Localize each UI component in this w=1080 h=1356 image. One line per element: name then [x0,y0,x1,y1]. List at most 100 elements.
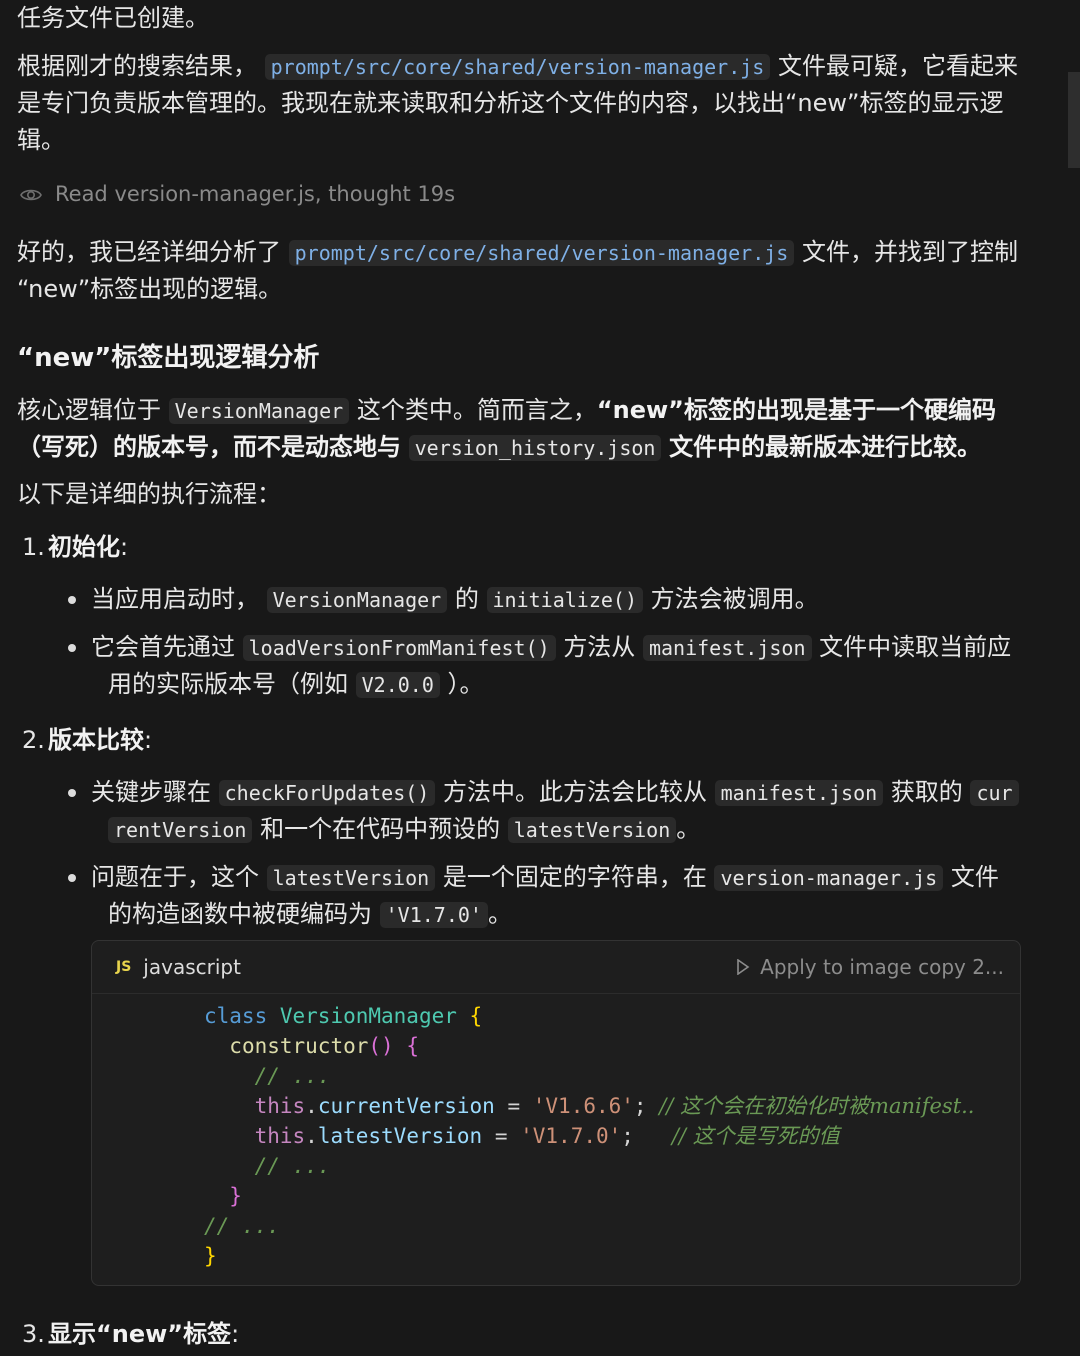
bullet-code: manifest.json [642,635,812,661]
bullet-code: version-manager.js [714,865,944,891]
bullet-text: 的构造函数中被硬编码为 [108,900,372,928]
bullet-text: 方法中。此方法会比较从 [442,778,707,806]
eye-icon [20,189,42,200]
scrollbar-thumb[interactable] [1068,72,1080,168]
code-line-4: this.currentVersion = 'V1.6.6'; // 这个会在初… [254,1094,975,1118]
intro-text-line3: 辑。 [17,126,65,154]
bullet-dot [68,874,76,882]
core-json-code: version_history.json [408,435,662,461]
bullet-text: 它会首先通过 [91,633,235,661]
core-text-after: 这个类中。简而言之， [356,396,597,424]
step-1-bullet-2: 它会首先通过 loadVersionFromManifest() 方法从 man… [0,629,1080,667]
code-line-1: class VersionManager { [204,1004,483,1028]
apply-button[interactable]: Apply to image copy 2... [736,941,1004,993]
bullet-code: rentVersion [108,817,253,843]
step-2-number: 2. [22,726,45,754]
step-1-bullet-1: 当应用启动时， VersionManager 的 initialize() 方法… [0,581,1080,619]
core-text: 核心逻辑位于 [17,396,161,424]
code-keyword: class [204,1004,268,1028]
code-line-7: } [229,1184,242,1208]
intro-paragraph-line2: 是专门负责版本管理的。我现在就来读取和分析这个文件的内容，以找出“new”标签的… [17,85,1003,122]
section-heading: “new”标签出现逻辑分析 [17,343,320,373]
bullet-text: 问题在于，这个 [91,863,259,891]
bullet-code: loadVersionFromManifest() [242,635,556,661]
task-created-label: 任务文件已创建。 [17,4,209,32]
bullet-code: manifest.json [714,780,884,806]
core-logic-line2: （写死）的版本号，而不是动态地与 version_history.json 文件… [17,429,1047,467]
bullet-text: 文件 [950,863,999,891]
code-property: currentVersion [317,1094,495,1118]
step-2: 2. 版本比较: [17,722,152,759]
bullet-text: 。 [487,900,512,928]
step-1-colon: : [120,533,129,561]
bullet-text: 和一个在代码中预设的 [260,815,501,843]
bullet-code: V2.0.0 [355,672,440,698]
analysis-file-link[interactable]: prompt/src/core/shared/version-manager.j… [288,240,795,266]
code-comment: // 这个是写死的值 [671,1124,840,1148]
code-comment: // ... [254,1064,331,1088]
intro-text-after: 文件最可疑，它看起来 [777,52,1018,80]
code-comment: // ... [254,1154,331,1178]
flow-intro: 以下是详细的执行流程： [17,480,281,508]
step-1-bullet-2-line2: 用的实际版本号（例如 V2.0.0 ）。 [108,666,484,704]
code-line-2: constructor() { [229,1034,419,1058]
code-comment: // ... [204,1214,280,1238]
bullet-code: latestVersion [507,817,677,843]
step-2-bullet-2-line2: 的构造函数中被硬编码为 'V1.7.0'。 [108,896,512,934]
intro-paragraph: 根据刚才的搜索结果， prompt/src/core/shared/versio… [17,48,1047,86]
bullet-text: 方法会被调用。 [650,585,819,613]
step-2-bullet-1-line2: rentVersion 和一个在代码中预设的 latestVersion。 [108,811,700,849]
bullet-text: 方法从 [563,633,636,661]
intro-file-link[interactable]: prompt/src/core/shared/version-manager.j… [264,54,771,80]
task-created-text: 任务文件已创建。 [17,0,209,37]
code-language-label: javascript [143,954,241,979]
bullet-text: 获取的 [890,778,963,806]
bullet-text: 关键步骤在 [91,778,211,806]
core-logic-paragraph: 核心逻辑位于 VersionManager 这个类中。简而言之，“new”标签的… [17,392,1047,430]
bullet-dot [68,596,76,604]
code-this: this [254,1124,306,1148]
apply-button-label: Apply to image copy 2... [760,954,1004,979]
step-3-title: 显示“new”标签 [48,1320,232,1348]
bullet-text: 当应用启动时， [91,585,259,613]
code-line-9: } [204,1244,217,1268]
core-class-code: VersionManager [168,398,350,424]
step-3: 3. 显示“new”标签: [17,1316,239,1353]
play-icon [737,959,750,975]
code-lines: class VersionManager { constructor() { /… [204,1001,1014,1271]
bullet-code: cur [970,780,1019,806]
intro-text: 根据刚才的搜索结果， [17,52,257,80]
code-block: JS javascript Apply to image copy 2... c… [91,940,1021,1286]
analysis-paragraph: 好的，我已经详细分析了 prompt/src/core/shared/versi… [17,234,1047,272]
js-language-icon: JS [116,958,132,975]
bullet-dot [68,789,76,797]
core-bold-2: （写死）的版本号，而不是动态地与 [17,433,401,461]
code-this: this [254,1094,306,1118]
intro-paragraph-line3: 辑。 [17,122,65,159]
analysis-text-line2: “new”标签出现的逻辑。 [17,275,283,303]
code-line-5: this.latestVersion = 'V1.7.0'; // 这个是写死的… [254,1124,840,1148]
read-status[interactable]: Read version-manager.js, thought 19s [17,176,455,213]
bullet-dot [68,644,76,652]
code-string: 'V1.7.0' [520,1124,622,1148]
read-status-label: Read version-manager.js, thought 19s [55,182,456,206]
bullet-code: 'V1.7.0' [379,902,488,928]
step-1: 1. 初始化: [17,529,128,566]
code-function: constructor [229,1034,369,1058]
bullet-text: 文件中读取当前应 [819,633,1012,661]
code-property: latestVersion [317,1124,483,1148]
bullet-text: 的 [454,585,479,613]
code-block-header: JS javascript Apply to image copy 2... [92,941,1020,994]
code-line-6: // ... [204,1154,331,1178]
step-3-number: 3. [22,1320,45,1348]
bullet-code: VersionManager [266,587,448,613]
code-string: 'V1.6.6' [532,1094,634,1118]
intro-text-line2: 是专门负责版本管理的。我现在就来读取和分析这个文件的内容，以找出“new”标签的… [17,89,1004,117]
bullet-text: 用的实际版本号（例如 [108,670,348,698]
step-3-colon: : [231,1320,240,1348]
bullet-text: 是一个固定的字符串，在 [442,863,707,891]
code-class-name: VersionManager [279,1004,457,1028]
analysis-paragraph-line2: “new”标签出现的逻辑。 [17,271,282,308]
step-2-bullet-1: 关键步骤在 checkForUpdates() 方法中。此方法会比较从 mani… [0,774,1080,812]
code-comment: // 这个会在初始化时被manifest.. [659,1094,975,1118]
